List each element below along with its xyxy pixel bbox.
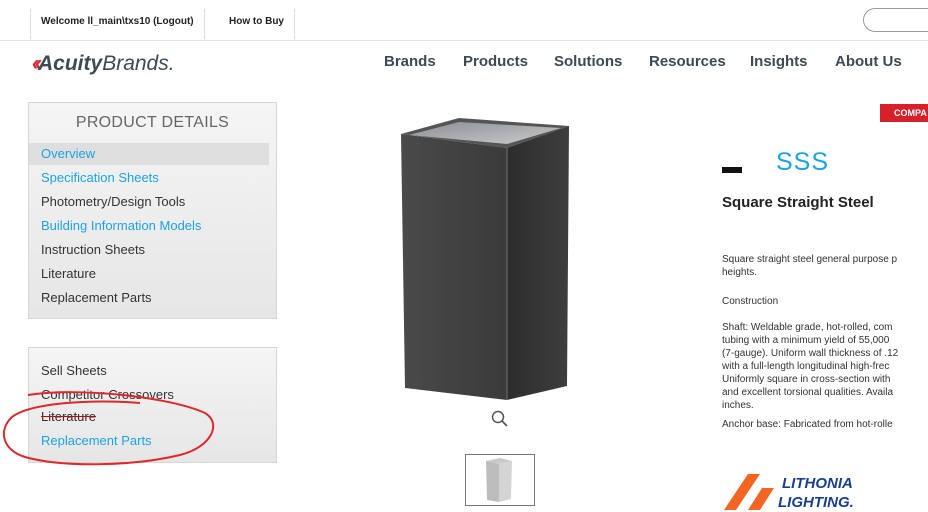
- specification-sheets-link[interactable]: Specification Sheets: [41, 170, 159, 185]
- shaft-line: tubing with a minimum yield of 55,000: [722, 335, 890, 346]
- shaft-line: Uniformly square in cross-section with: [722, 374, 891, 385]
- product-details-panel: PRODUCT DETAILS Overview Specification S…: [28, 102, 277, 319]
- product-thumbnail[interactable]: [465, 454, 535, 506]
- logo-word-acuity: Acuity: [38, 52, 103, 75]
- building-information-models-link[interactable]: Building Information Models: [41, 218, 201, 233]
- nav-solutions[interactable]: Solutions: [554, 53, 622, 70]
- utility-bar: Welcome ll_main\txs10 (Logout) How to Bu…: [0, 0, 928, 41]
- shaft-line: inches.: [722, 400, 754, 411]
- product-name: Square Straight Steel: [722, 194, 874, 211]
- replacement-parts-link[interactable]: Replacement Parts: [41, 290, 152, 305]
- overview-link[interactable]: Overview: [29, 143, 269, 165]
- product-sku: SSS: [776, 148, 830, 176]
- lithonia-lighting-logo[interactable]: LITHONIA LIGHTING.: [722, 470, 882, 512]
- nav-insights[interactable]: Insights: [750, 53, 808, 70]
- product-details-title: PRODUCT DETAILS: [75, 114, 230, 131]
- collapse-dash: [722, 167, 742, 173]
- compare-button[interactable]: COMPA: [880, 104, 928, 122]
- thumbnail-image: [486, 458, 512, 502]
- lithonia-line1: LITHONIA: [782, 475, 853, 492]
- magnifier-icon[interactable]: [490, 409, 510, 429]
- lithonia-line2: LIGHTING.: [778, 494, 854, 511]
- description-line: heights.: [722, 267, 758, 278]
- description-line: Square straight steel general purpose p: [722, 254, 898, 265]
- anchor-base-line: Anchor base: Fabricated from hot-rolle: [722, 419, 893, 430]
- shaft-line: and excellent torsional qualities. Avail…: [722, 387, 894, 398]
- sell-sheets-link[interactable]: Sell Sheets: [41, 363, 107, 378]
- welcome-logout-link[interactable]: Welcome ll_main\txs10 (Logout): [30, 9, 205, 39]
- nav-about-us[interactable]: About Us: [835, 53, 902, 70]
- logo-word-brands: Brands.: [102, 52, 175, 75]
- search-input[interactable]: [863, 8, 928, 32]
- shaft-line: (7-gauge). Uniform wall thickness of .12: [722, 348, 899, 359]
- literature-link[interactable]: Literature: [41, 266, 96, 281]
- acuity-brands-logo[interactable]: ‹‹AcuityBrands.: [32, 52, 175, 76]
- shaft-line: Shaft: Weldable grade, hot-rolled, com: [722, 322, 893, 333]
- lithonia-mark-secondary: [748, 488, 774, 510]
- construction-heading: Construction: [722, 296, 779, 307]
- photometry-design-tools-link[interactable]: Photometry/Design Tools: [41, 194, 185, 209]
- nav-products[interactable]: Products: [463, 53, 528, 70]
- how-to-buy-link[interactable]: How to Buy: [219, 9, 295, 39]
- nav-brands[interactable]: Brands: [384, 53, 436, 70]
- annotation-circle: [2, 391, 215, 466]
- instruction-sheets-link[interactable]: Instruction Sheets: [41, 242, 145, 257]
- shaft-line: with a full-length longitudinal high-fre…: [722, 361, 890, 372]
- nav-resources[interactable]: Resources: [649, 53, 726, 70]
- product-image[interactable]: [395, 118, 571, 400]
